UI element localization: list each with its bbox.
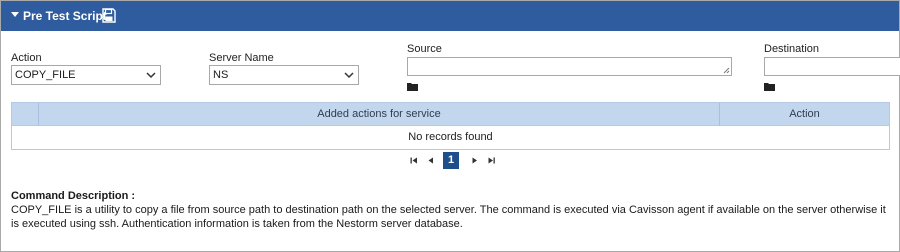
previous-page-icon[interactable] <box>424 152 437 169</box>
chevron-down-icon <box>344 72 354 79</box>
command-description-text: COPY_FILE is a utility to copy a file fr… <box>11 204 886 230</box>
table-header-action[interactable]: Action <box>720 103 889 126</box>
command-description-title: Command Description : <box>11 190 136 202</box>
source-input[interactable] <box>407 57 732 76</box>
action-select-value: COPY_FILE <box>15 69 76 81</box>
server-name-select[interactable]: NS <box>209 65 359 85</box>
table-header-added-actions[interactable]: Added actions for service <box>39 103 720 126</box>
first-page-icon[interactable] <box>407 152 420 169</box>
table-empty-message: No records found <box>408 131 493 143</box>
source-label: Source <box>407 43 442 55</box>
destination-label: Destination <box>764 43 820 55</box>
destination-folder-icon[interactable] <box>764 82 775 91</box>
source-folder-icon[interactable] <box>407 82 418 91</box>
table-header-select-column <box>12 103 39 126</box>
action-select[interactable]: COPY_FILE <box>11 65 161 85</box>
server-name-select-value: NS <box>213 69 229 81</box>
destination-input[interactable] <box>764 57 900 76</box>
panel-title[interactable]: Pre Test Script <box>23 9 107 23</box>
collapse-toggle-icon[interactable] <box>11 12 19 17</box>
pre-test-script-panel: Pre Test Script Action COPY_FILE Server … <box>0 0 900 252</box>
chevron-down-icon <box>146 72 156 79</box>
table-header-row: Added actions for service Action <box>12 103 889 126</box>
next-page-icon[interactable] <box>468 152 481 169</box>
action-label: Action <box>11 52 42 64</box>
save-icon[interactable] <box>102 8 116 23</box>
server-name-label: Server Name <box>209 52 274 64</box>
last-page-icon[interactable] <box>485 152 498 169</box>
panel-header: Pre Test Script <box>1 1 899 31</box>
current-page-button[interactable]: 1 <box>443 152 459 169</box>
service-actions-table: Added actions for service Action No reco… <box>11 102 890 150</box>
resize-grip-icon[interactable] <box>723 67 730 74</box>
